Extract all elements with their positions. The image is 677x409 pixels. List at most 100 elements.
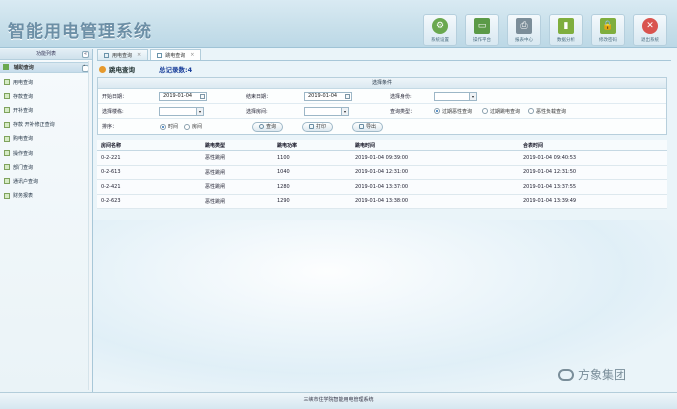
query-type-radio-2[interactable]: 过期跳电查询 — [482, 108, 520, 115]
tab-usage-query[interactable]: 用电查询 × — [97, 49, 149, 60]
chevron-down-icon[interactable]: ▾ — [469, 92, 476, 100]
radio-label: 过期恶性查询 — [442, 108, 473, 115]
room-select[interactable]: ▾ — [304, 106, 349, 116]
chevron-down-icon[interactable]: ▾ — [341, 107, 348, 115]
list-icon — [4, 150, 10, 157]
table-cell: 2019-01-04 13:39:49 — [523, 198, 577, 205]
search-icon — [259, 124, 264, 129]
table-row[interactable]: 0-2-623 恶性跳闸 1290 2019-01-04 13:38:00 20… — [97, 194, 667, 209]
sidebar-item-deposit-query[interactable]: 存款查询 — [0, 89, 92, 103]
close-icon[interactable]: × — [137, 52, 141, 58]
radio-icon — [482, 108, 488, 114]
sidebar-item-comm-query[interactable]: 通讯户查询 — [0, 174, 92, 188]
sidebar-item-finance-report[interactable]: 财务报表 — [0, 189, 92, 203]
toolbar-label: 退出系统 — [641, 38, 659, 43]
toolbar-button-operations[interactable]: ▭ 操作平台 — [465, 14, 499, 46]
close-icon[interactable]: × — [190, 52, 194, 58]
filter-panel: 选择条件 开始日期： 2019-01-04 结束日期： 2019-01-04 选… — [97, 77, 667, 135]
start-date-field[interactable]: 2019-01-04 — [159, 91, 207, 101]
list-icon — [4, 178, 10, 185]
toolbar-button-analysis[interactable]: ▮ 数据分析 — [549, 14, 583, 46]
table-cell: 恶性跳闸 — [205, 169, 226, 176]
sort-radio-time[interactable]: 时间 — [160, 123, 178, 130]
tab-label: 跳电查询 — [165, 52, 186, 59]
sidebar-header-label: 功能列表 — [35, 51, 56, 57]
sidebar-item-operation-query[interactable]: 操作查询 — [0, 146, 92, 160]
sidebar-item-usage-query[interactable]: 用电查询 — [0, 75, 92, 89]
sidebar-scrollbar[interactable] — [88, 61, 92, 390]
sidebar-item-label: 存款 开补修正查询 — [13, 122, 55, 129]
column-header[interactable]: 合表时间 — [519, 142, 667, 149]
bar-chart-icon: ▮ — [558, 18, 574, 34]
table-row[interactable]: 0-2-421 恶性跳闸 1280 2019-01-04 13:37:00 20… — [97, 180, 667, 195]
export-icon — [359, 124, 364, 129]
column-header[interactable]: 跳电功率 — [273, 142, 351, 149]
toolbar-button-change-password[interactable]: 🔒 修改密码 — [591, 14, 625, 46]
sidebar-group-assist-query[interactable]: 辅助查询 ˄ — [0, 62, 92, 73]
list-icon — [4, 164, 10, 171]
sort-radio-room[interactable]: 房间 — [184, 123, 202, 130]
toolbar-label: 修改密码 — [599, 38, 617, 43]
table-row[interactable]: 0-2-221 恶性跳闸 1100 2019-01-04 09:39:00 20… — [97, 151, 667, 166]
page-icon — [104, 52, 109, 58]
sidebar-item-purchase-query[interactable]: 购电查询 — [0, 132, 92, 146]
filter-header: 选择条件 — [98, 78, 666, 89]
power-icon: ✕ — [642, 18, 658, 34]
sidebar-item-label: 操作查询 — [13, 150, 34, 157]
sidebar-item-label: 通讯户查询 — [13, 178, 39, 185]
calendar-icon[interactable] — [200, 93, 205, 99]
print-button[interactable]: 打印 — [302, 121, 334, 132]
sidebar-group-label: 辅助查询 — [13, 65, 34, 71]
query-button[interactable]: 查询 — [252, 121, 284, 132]
table-cell: 2019-01-04 13:37:55 — [523, 183, 577, 190]
page-title: 跳电查询 — [109, 66, 135, 74]
sidebar-item-correction-query[interactable]: 存款 开补修正查询 — [0, 118, 92, 132]
list-icon — [4, 93, 10, 100]
sort-label: 排序： — [102, 124, 118, 130]
tab-trip-query[interactable]: 跳电查询 × — [150, 49, 202, 60]
table-cell: 1040 — [277, 169, 290, 176]
collapse-icon[interactable]: « — [82, 51, 89, 58]
table-row[interactable]: 0-2-613 恶性跳闸 1040 2019-01-04 12:31:00 20… — [97, 165, 667, 180]
radio-icon — [528, 108, 534, 114]
toolbar-button-reports[interactable]: ⎙ 报表中心 — [507, 14, 541, 46]
start-date-value: 2019-01-04 — [163, 92, 193, 99]
sidebar-item-label: 用电查询 — [13, 79, 34, 86]
radio-icon — [434, 108, 440, 114]
column-header[interactable]: 跳电类型 — [201, 142, 273, 149]
query-type-radio-3[interactable]: 恶性负载查询 — [528, 108, 566, 115]
table-cell: 0-2-221 — [101, 154, 121, 161]
page-titlebar: 跳电查询 总记录数:4 — [97, 61, 671, 77]
building-select[interactable]: ▾ — [159, 106, 204, 116]
toolbar-button-settings[interactable]: ⚙ 系统设置 — [423, 14, 457, 46]
status-select[interactable]: ▾ — [434, 91, 477, 101]
column-header[interactable]: 房间名称 — [97, 142, 201, 149]
query-type-label: 查询类型： — [390, 108, 416, 115]
query-type-radio-1[interactable]: 过期恶性查询 — [434, 108, 472, 115]
print-button-label: 打印 — [316, 124, 327, 130]
end-date-field[interactable]: 2019-01-04 — [304, 91, 352, 101]
main-panel: 用电查询 × 跳电查询 × 跳电查询 总记录数:4 选择条件 开始日期： 201… — [97, 49, 671, 392]
list-icon — [4, 135, 10, 142]
sidebar-item-subsidy-query[interactable]: 开补查询 — [0, 103, 92, 117]
toolbar-button-exit[interactable]: ✕ 退出系统 — [633, 14, 667, 46]
chevron-down-icon[interactable]: ▾ — [196, 107, 203, 115]
lock-icon: 🔒 — [600, 18, 616, 34]
export-button[interactable]: 导出 — [352, 121, 384, 132]
record-count: 总记录数:4 — [159, 66, 193, 74]
table-cell: 1290 — [277, 198, 290, 205]
radio-label: 时间 — [168, 124, 179, 130]
results-table: 房间名称 跳电类型 跳电功率 跳电时间 合表时间 0-2-221 恶性跳闸 11… — [97, 140, 667, 209]
filter-row-actions: 排序： 时间 房间 查询 打印 导出 — [98, 119, 666, 134]
column-header[interactable]: 跳电时间 — [351, 142, 519, 149]
main-toolbar: ⚙ 系统设置 ▭ 操作平台 ⎙ 报表中心 ▮ 数据分析 🔒 修改密码 ✕ 退出系… — [415, 14, 667, 46]
tab-label: 用电查询 — [112, 52, 133, 59]
table-cell: 恶性跳闸 — [205, 155, 226, 162]
folder-icon — [3, 64, 9, 70]
printer-icon — [309, 124, 314, 129]
printer-icon: ⎙ — [516, 18, 532, 34]
sidebar-item-department-query[interactable]: 部门查询 — [0, 160, 92, 174]
table-cell: 恶性跳闸 — [205, 198, 226, 205]
list-icon — [4, 107, 10, 114]
calendar-icon[interactable] — [345, 93, 350, 99]
